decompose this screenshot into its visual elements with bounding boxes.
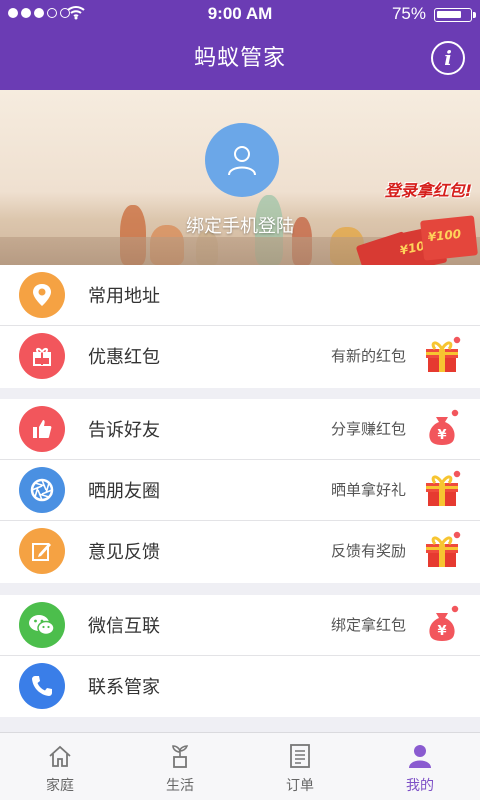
menu-item-wechat[interactable]: 微信互联 绑定拿红包 ¥ (0, 595, 480, 656)
menu-item-label: 优惠红包 (88, 347, 160, 368)
menu-item-label: 联系管家 (88, 677, 160, 698)
menu-item-hint: 晒单拿好礼 (330, 481, 406, 499)
tab-label: 订单 (286, 778, 314, 794)
menu-item-aperture[interactable]: 晒朋友圈 晒单拿好礼 (0, 460, 480, 521)
header-bar: 9:00 AM 75% 蚂蚁管家 i (0, 0, 480, 90)
menu-item-edit[interactable]: 意见反馈 反馈有奖励 (0, 521, 480, 582)
gift-icon (19, 333, 65, 379)
money-bag-icon: ¥ (422, 604, 462, 644)
tab-sprout[interactable]: 生活 (120, 733, 240, 800)
envelope-value: ¥100 (427, 226, 462, 245)
page-title: 蚂蚁管家 (193, 46, 286, 71)
money-bag-icon: ¥ (422, 408, 462, 448)
bottom-tab-bar: 家庭 生活 订单 我的 (0, 732, 480, 800)
svg-text:¥: ¥ (437, 428, 446, 443)
status-bar: 9:00 AM 75% (0, 0, 480, 28)
tab-label: 家庭 (46, 778, 74, 794)
thumbs-up-icon (19, 406, 65, 452)
menu-item-label: 意见反馈 (88, 542, 160, 563)
menu-item-label: 微信互联 (88, 616, 160, 637)
menu-item-location-pin[interactable]: 常用地址 (0, 265, 480, 326)
menu-group-share: 告诉好友 分享赚红包 ¥ 晒朋友圈 晒单拿好礼意见反馈 反馈有奖励 (0, 399, 480, 583)
menu-item-gift[interactable]: 优惠红包 有新的红包 (0, 326, 480, 387)
user-avatar-icon (228, 146, 256, 176)
menu-item-hint: 反馈有奖励 (330, 542, 406, 560)
edit-icon (19, 528, 65, 574)
phone-icon (19, 663, 65, 709)
menu-item-thumbs-up[interactable]: 告诉好友 分享赚红包 ¥ (0, 399, 480, 460)
wechat-icon (19, 602, 65, 648)
menu-group-account: 常用地址优惠红包 有新的红包 (0, 265, 480, 388)
menu-item-hint: 分享赚红包 (330, 420, 406, 438)
menu-group-contact: 微信互联 绑定拿红包 ¥ 联系管家 (0, 595, 480, 717)
gift-box-icon (422, 530, 462, 570)
menu-item-phone[interactable]: 联系管家 (0, 656, 480, 717)
tab-label: 生活 (166, 778, 194, 794)
battery-icon (434, 8, 476, 22)
menu-item-hint: 绑定拿红包 (330, 616, 406, 634)
login-banner[interactable]: 绑定手机登陆 登录拿红包! ¥10 ¥100 (0, 90, 480, 265)
svg-text:¥: ¥ (437, 624, 446, 639)
promo-text: 登录拿红包! (384, 181, 472, 200)
location-pin-icon (19, 272, 65, 318)
menu-item-label: 晒朋友圈 (88, 481, 160, 502)
gift-box-icon (422, 335, 462, 375)
battery-percentage: 75% (391, 4, 426, 23)
gift-box-icon (422, 469, 462, 509)
tab-document[interactable]: 订单 (240, 733, 360, 800)
menu-item-hint: 有新的红包 (330, 347, 406, 365)
red-envelope-image: ¥100 (420, 215, 478, 261)
aperture-icon (19, 467, 65, 513)
tab-user[interactable]: 我的 (360, 733, 480, 800)
avatar[interactable] (205, 123, 279, 197)
tab-home[interactable]: 家庭 (0, 733, 120, 800)
info-icon[interactable]: i (431, 41, 465, 75)
tab-label: 我的 (406, 778, 434, 794)
menu-item-label: 常用地址 (88, 286, 160, 307)
menu-item-label: 告诉好友 (88, 420, 160, 441)
